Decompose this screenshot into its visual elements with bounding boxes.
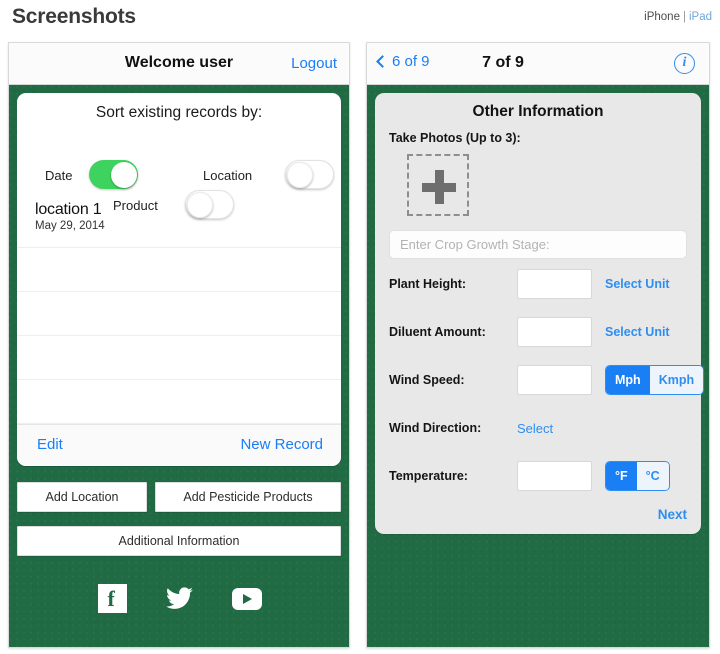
additional-information-button[interactable]: Additional Information [17, 526, 341, 556]
left-navbar: Welcome user Logout [9, 43, 349, 85]
facebook-icon-glyph: f [107, 586, 115, 611]
toggle-label-location: Location [203, 168, 253, 183]
toggle-location[interactable] [285, 160, 334, 189]
diluent-amount-select-unit-link[interactable]: Select Unit [605, 325, 670, 339]
device-link-separator: | [682, 11, 686, 23]
field-row-plant-height: Plant Height: Select Unit [389, 265, 687, 307]
toggle-location-knob [286, 161, 313, 188]
temperature-option-fahrenheit[interactable]: °F [606, 462, 637, 490]
field-row-temperature: Temperature: °F °C [389, 457, 687, 499]
crop-growth-stage-input[interactable] [389, 230, 687, 259]
temperature-input[interactable] [517, 461, 592, 491]
logout-button[interactable]: Logout [291, 55, 337, 72]
temperature-option-celsius[interactable]: °C [636, 462, 669, 490]
temperature-label: Temperature: [389, 469, 468, 483]
record-name: location 1 [35, 201, 102, 218]
social-links: f [17, 584, 341, 613]
add-location-button[interactable]: Add Location [17, 482, 147, 512]
step-title: 7 of 9 [482, 54, 524, 71]
plant-height-label: Plant Height: [389, 277, 467, 291]
diluent-amount-label: Diluent Amount: [389, 325, 486, 339]
temperature-unit-segmented-control: °F °C [605, 461, 670, 491]
plus-icon-vertical [435, 170, 444, 204]
add-pesticide-products-button[interactable]: Add Pesticide Products [155, 482, 341, 512]
add-photo-button[interactable] [407, 154, 469, 216]
other-information-card: Other Information Take Photos (Up to 3):… [375, 93, 705, 534]
right-green-body: Other Information Take Photos (Up to 3):… [367, 85, 709, 647]
action-buttons-row: Add Location Add Pesticide Products [17, 482, 341, 512]
list-item[interactable] [17, 380, 341, 424]
device-links: iPhone | iPad [644, 11, 712, 23]
field-row-wind-speed: Wind Speed: Mph Kmph [389, 361, 705, 403]
diluent-amount-input[interactable] [517, 317, 592, 347]
left-green-body: Sort existing records by: Date Location … [9, 85, 349, 647]
right-phone-screenshot: 6 of 9 7 of 9 i Other Information Take P… [366, 42, 710, 648]
record-date: May 29, 2014 [35, 220, 105, 232]
page-title: Screenshots [12, 5, 136, 28]
ipad-link[interactable]: iPad [689, 11, 712, 23]
sort-records-card: Sort existing records by: Date Location … [17, 93, 341, 466]
field-row-diluent-amount: Diluent Amount: Select Unit [389, 313, 687, 355]
youtube-icon-play-glyph [242, 594, 252, 604]
field-row-wind-direction: Wind Direction: Select [389, 409, 687, 451]
next-button[interactable]: Next [389, 507, 687, 522]
toggle-date[interactable] [89, 160, 138, 189]
plant-height-select-unit-link[interactable]: Select Unit [605, 277, 670, 291]
sort-toggles-group: Date Location Product [17, 126, 341, 219]
list-item[interactable]: location 1 May 29, 2014 [17, 198, 341, 248]
list-item[interactable] [17, 336, 341, 380]
wind-speed-input[interactable] [517, 365, 592, 395]
edit-button[interactable]: Edit [37, 436, 63, 453]
top-bar: Screenshots iPhone | iPad [0, 0, 720, 36]
list-item[interactable] [17, 248, 341, 292]
other-information-title: Other Information [472, 103, 604, 120]
records-list: location 1 May 29, 2014 [17, 198, 341, 424]
info-icon[interactable]: i [674, 53, 695, 74]
new-record-button[interactable]: New Record [240, 436, 323, 453]
left-phone-screenshot: Welcome user Logout Sort existing record… [8, 42, 350, 648]
wind-speed-unit-segmented-control: Mph Kmph [605, 365, 705, 395]
wind-direction-label: Wind Direction: [389, 421, 482, 435]
wind-speed-label: Wind Speed: [389, 373, 465, 387]
records-card-footer: Edit New Record [17, 424, 341, 466]
twitter-icon-glyph [165, 587, 193, 609]
list-item[interactable] [17, 292, 341, 336]
wind-speed-option-mph[interactable]: Mph [606, 366, 650, 394]
chevron-left-icon [376, 55, 389, 68]
wind-speed-option-kmph[interactable]: Kmph [649, 366, 704, 394]
take-photos-label: Take Photos (Up to 3): [389, 131, 521, 145]
youtube-icon-box [231, 588, 262, 610]
sort-card-title: Sort existing records by: [95, 104, 263, 121]
twitter-icon[interactable] [165, 584, 194, 613]
toggle-label-date: Date [45, 168, 73, 183]
right-navbar: 6 of 9 7 of 9 i [367, 43, 709, 85]
iphone-link[interactable]: iPhone [644, 11, 680, 23]
plant-height-input[interactable] [517, 269, 592, 299]
facebook-icon[interactable]: f [97, 584, 127, 613]
wind-direction-select-link[interactable]: Select [517, 421, 553, 436]
toggle-date-knob [110, 161, 137, 188]
page-root: Screenshots iPhone | iPad Welcome user Log… [0, 0, 720, 654]
youtube-icon[interactable] [231, 584, 262, 613]
